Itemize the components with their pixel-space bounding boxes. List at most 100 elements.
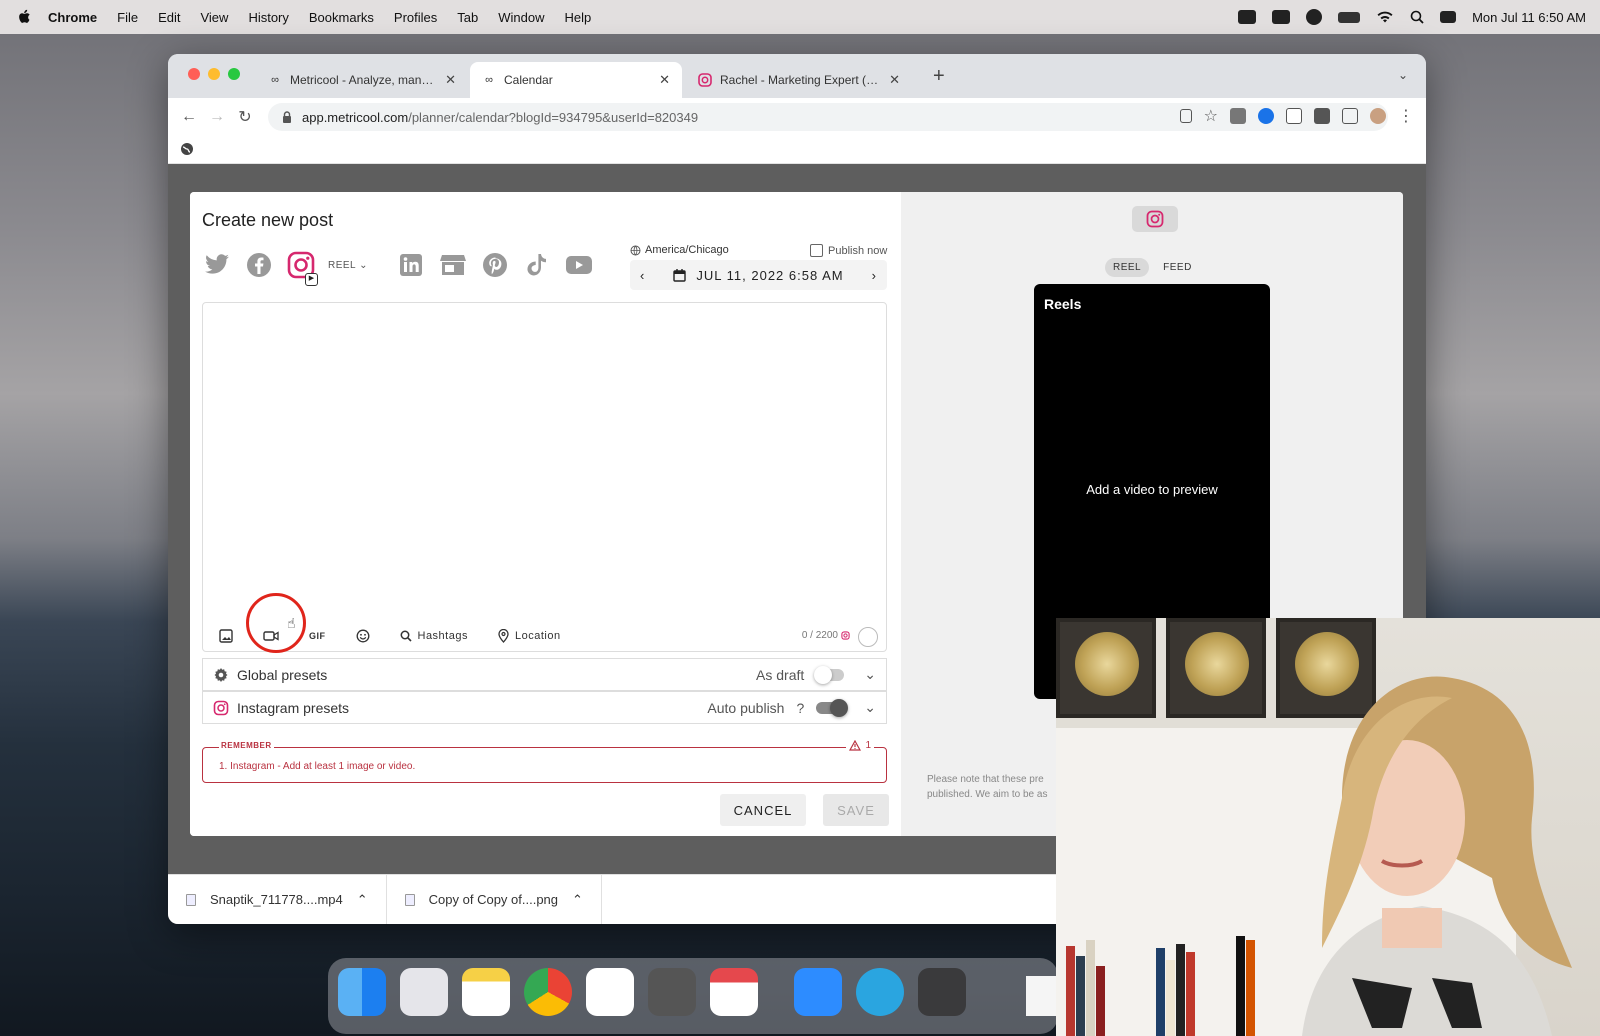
menu-bookmarks[interactable]: Bookmarks: [309, 10, 374, 25]
tab-close-icon[interactable]: ✕: [889, 72, 900, 88]
linkedin-icon[interactable]: [396, 250, 426, 280]
reload-icon[interactable]: ↻: [234, 107, 256, 127]
google-business-icon[interactable]: [438, 250, 468, 280]
close-window-button[interactable]: [188, 68, 200, 80]
menu-app-name[interactable]: Chrome: [48, 10, 97, 25]
apple-menu-icon[interactable]: [16, 8, 34, 26]
download-item[interactable]: Copy of Copy of....png ⌃: [387, 874, 602, 924]
tab-search-chevron-icon[interactable]: ⌄: [1398, 68, 1408, 82]
instagram-presets-row[interactable]: Instagram presets Auto publish ? ⌄: [202, 691, 887, 724]
timezone-label: America/Chicago: [645, 244, 729, 256]
creative-cloud-icon[interactable]: [1306, 9, 1323, 25]
facebook-icon[interactable]: [244, 250, 274, 280]
auto-publish-toggle[interactable]: [816, 698, 849, 717]
download-options-chevron-icon[interactable]: ⌃: [357, 892, 368, 908]
add-gif-button[interactable]: GIF: [309, 631, 326, 641]
tab-calendar[interactable]: ∞ Calendar ✕: [470, 62, 682, 98]
calculator-icon[interactable]: [648, 968, 696, 1016]
new-tab-button[interactable]: +: [933, 65, 945, 88]
next-date-chevron-icon[interactable]: ›: [872, 268, 877, 283]
emoji-icon: [356, 629, 369, 643]
cancel-button[interactable]: CANCEL: [720, 794, 806, 826]
bookmark-star-icon[interactable]: ☆: [1204, 106, 1218, 126]
book: [1076, 956, 1085, 1036]
as-draft-toggle[interactable]: [814, 665, 845, 684]
telegram-icon[interactable]: [856, 968, 904, 1016]
finder-icon[interactable]: [338, 968, 386, 1016]
document-dock-icon[interactable]: [1026, 976, 1056, 1016]
publish-now-checkbox[interactable]: [810, 244, 823, 257]
chrome-dock-icon[interactable]: [524, 968, 572, 1016]
side-panel-icon[interactable]: [1342, 108, 1358, 124]
global-presets-row[interactable]: Global presets As draft ⌄: [202, 658, 887, 691]
share-icon[interactable]: [1179, 109, 1192, 123]
profile-avatar[interactable]: [1370, 108, 1386, 124]
gif-extension-icon[interactable]: [1286, 108, 1302, 124]
maximize-window-button[interactable]: [228, 68, 240, 80]
hashtags-button[interactable]: Hashtags: [400, 630, 468, 642]
network-selector: ▶ REEL ⌄: [202, 250, 606, 286]
youtube-icon[interactable]: [564, 250, 594, 280]
location-button[interactable]: Location: [498, 629, 561, 643]
menu-tab[interactable]: Tab: [457, 10, 478, 25]
download-filename: Copy of Copy of....png: [428, 892, 559, 907]
tab-close-icon[interactable]: ✕: [445, 72, 456, 88]
pinterest-icon[interactable]: [480, 250, 510, 280]
twitter-icon[interactable]: [202, 250, 232, 280]
instagram-preview-selector[interactable]: [1132, 206, 1178, 232]
menu-view[interactable]: View: [200, 10, 228, 25]
post-text-editor[interactable]: GIF Hashtags Location ☝ 0 / 2200: [202, 302, 887, 653]
menu-help[interactable]: Help: [565, 10, 592, 25]
calendar-dock-icon[interactable]: [710, 968, 758, 1016]
menubar-clock[interactable]: Mon Jul 11 6:50 AM: [1472, 10, 1586, 25]
extension-2-icon[interactable]: [1258, 108, 1274, 124]
minimize-window-button[interactable]: [208, 68, 220, 80]
chrome-menu-icon[interactable]: ⋮: [1398, 106, 1414, 126]
timezone-selector[interactable]: America/Chicago: [630, 244, 729, 256]
final-cut-icon[interactable]: [918, 968, 966, 1016]
back-arrow-icon[interactable]: ←: [178, 108, 200, 126]
expand-chevron-icon[interactable]: ⌄: [864, 666, 876, 683]
menu-history[interactable]: History: [248, 10, 288, 25]
auto-publish-help-icon[interactable]: ?: [796, 700, 804, 716]
forward-arrow-icon[interactable]: →: [206, 108, 228, 126]
expand-chevron-icon[interactable]: ⌄: [864, 699, 876, 716]
tab-reel-preview[interactable]: REEL: [1105, 258, 1150, 277]
tab-metricool[interactable]: ∞ Metricool - Analyze, manage a ✕: [256, 62, 468, 98]
zoom-dock-icon[interactable]: [794, 968, 842, 1016]
download-item[interactable]: Snaptik_711778....mp4 ⌃: [168, 874, 387, 924]
wifi-icon[interactable]: [1376, 10, 1394, 24]
zoom-status-icon[interactable]: [1238, 10, 1257, 24]
globe-bookmark-icon[interactable]: [180, 142, 194, 156]
extension-1-icon[interactable]: [1230, 108, 1246, 124]
puzzle-extensions-icon[interactable]: [1314, 108, 1330, 124]
screen-record-icon[interactable]: [1272, 10, 1291, 24]
menu-edit[interactable]: Edit: [158, 10, 180, 25]
instagram-presets-label: Instagram presets: [237, 699, 350, 716]
notes-icon[interactable]: [462, 968, 510, 1016]
add-image-button[interactable]: [219, 629, 233, 643]
book: [1156, 948, 1165, 1036]
tab-close-icon[interactable]: ✕: [659, 72, 670, 88]
save-button[interactable]: SAVE: [823, 794, 889, 826]
tiktok-icon[interactable]: [522, 250, 552, 280]
launchpad-icon[interactable]: [400, 968, 448, 1016]
emoji-button[interactable]: [356, 629, 370, 643]
tab-feed-preview[interactable]: FEED: [1155, 258, 1200, 277]
slack-icon[interactable]: [586, 968, 634, 1016]
lock-icon[interactable]: [282, 111, 292, 123]
publish-now-option[interactable]: Publish now: [810, 244, 887, 257]
menu-window[interactable]: Window: [498, 10, 544, 25]
previous-date-chevron-icon[interactable]: ‹: [640, 268, 645, 283]
post-type-dropdown[interactable]: REEL ⌄: [328, 260, 368, 271]
download-options-chevron-icon[interactable]: ⌃: [572, 892, 583, 908]
spotlight-search-icon[interactable]: [1410, 10, 1424, 24]
instagram-icon[interactable]: ▶: [286, 250, 318, 286]
battery-icon[interactable]: [1338, 11, 1361, 23]
menu-profiles[interactable]: Profiles: [394, 10, 437, 25]
control-center-icon[interactable]: [1440, 11, 1457, 23]
tab-instagram-profile[interactable]: Rachel - Marketing Expert (@t ✕: [686, 62, 912, 98]
url-path: /planner/calendar?blogId=934795&userId=8…: [408, 109, 699, 125]
menu-file[interactable]: File: [117, 10, 138, 25]
date-display[interactable]: JUL 11, 2022 6:58 AM: [673, 268, 843, 283]
